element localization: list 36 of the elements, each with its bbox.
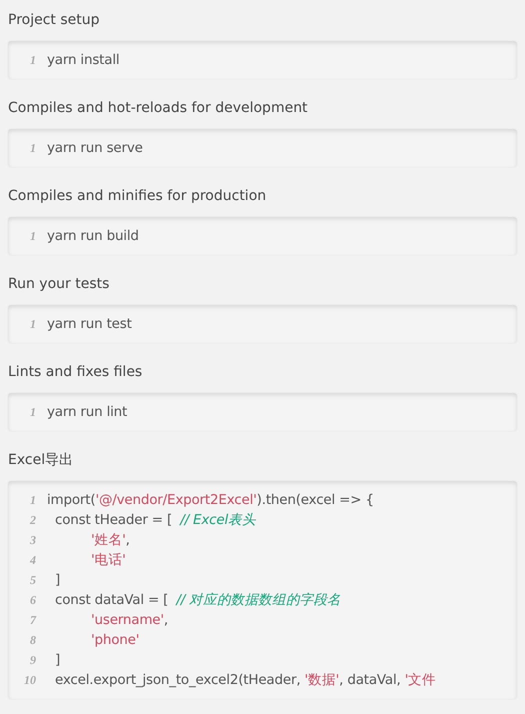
line-number: 1 [29, 316, 36, 332]
code-line: yarn run build [47, 228, 139, 244]
section-title: Lints and fixes files [8, 363, 144, 382]
line-number: 6 [29, 592, 36, 608]
code-line: '姓名', [91, 531, 130, 549]
section-title: Excel导出 [8, 451, 74, 470]
section-title: Run your tests [8, 275, 110, 294]
line-number: 1 [29, 52, 36, 68]
line-number: 3 [29, 532, 36, 548]
section-title: Compiles and minifies for production [8, 187, 268, 206]
code-line: const tHeader = [ // Excel表头 [55, 511, 256, 529]
line-number: 5 [29, 572, 36, 588]
code-line: ] [55, 572, 60, 588]
code-line: 'username', [91, 612, 168, 628]
line-number: 7 [29, 612, 36, 628]
line-number: 1 [29, 140, 36, 156]
code-line: const dataVal = [ // 对应的数据数组的字段名 [55, 591, 342, 609]
line-number: 9 [29, 652, 36, 668]
line-number: 8 [29, 632, 36, 648]
code-line: yarn install [47, 52, 120, 68]
line-number: 4 [28, 552, 36, 568]
code-line: yarn run lint [47, 404, 128, 420]
code-line: 'phone' [91, 632, 140, 648]
code-line: ] [55, 652, 60, 668]
line-number: 1 [29, 404, 36, 420]
code-line: import('@/vendor/Export2Excel').then(excel => { [47, 492, 374, 508]
line-number: 1 [29, 492, 36, 508]
line-number: 1 [29, 228, 36, 244]
code-line: yarn run test [47, 316, 132, 332]
code-line: excel.export_json_to_excel2(tHeader, '数据', dataVal, '文件 [55, 671, 436, 689]
code-line: yarn run serve [47, 140, 143, 156]
section-title: Compiles and hot-reloads for development [8, 99, 309, 118]
section-title: Project setup [8, 11, 101, 30]
code-line: '电话' [91, 551, 126, 569]
line-number: 2 [28, 512, 36, 528]
line-number: 10 [23, 672, 36, 688]
